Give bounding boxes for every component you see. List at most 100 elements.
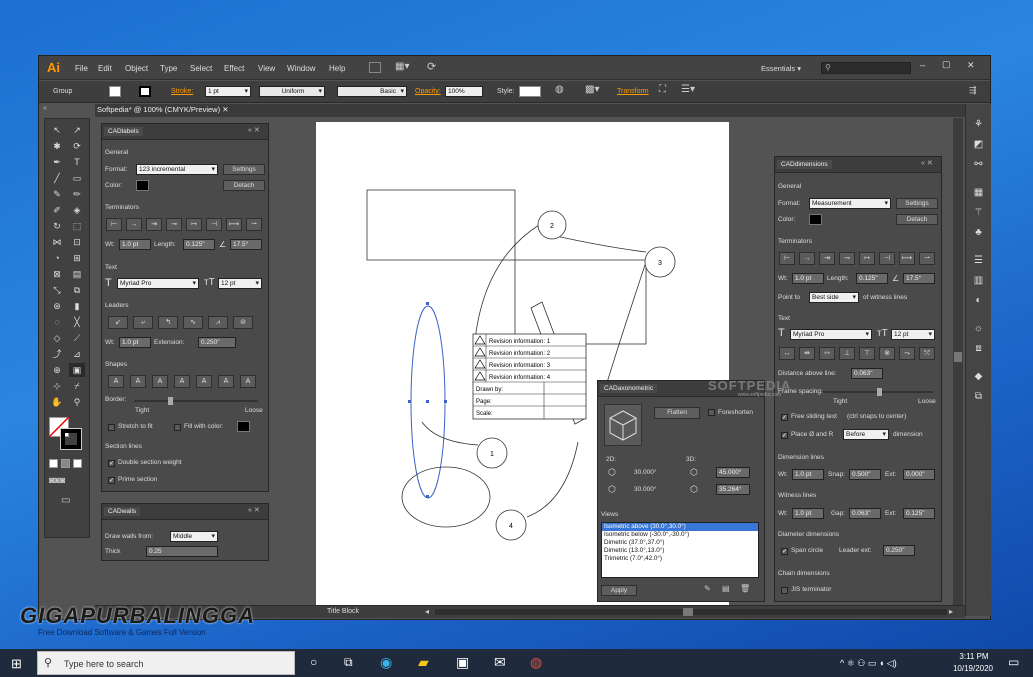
panel-collapse-icon[interactable]: « ✕ xyxy=(248,506,260,514)
leader-wt-field[interactable]: 1.0 pt xyxy=(119,337,151,348)
text-align-3-icon[interactable]: ⇿ xyxy=(819,347,835,360)
terminator-8-icon[interactable]: ⇀ xyxy=(246,218,262,231)
collapse-arrows-icon[interactable]: « xyxy=(43,105,47,112)
thickness-field[interactable]: 0.25 xyxy=(146,546,218,557)
width-tool-icon[interactable]: ⋈ xyxy=(49,235,65,249)
brushes-icon[interactable]: ⚯ xyxy=(971,158,986,172)
gradient-panel-icon[interactable]: ▥ xyxy=(971,274,986,288)
settings-button[interactable]: Settings xyxy=(896,198,938,209)
leader-zigzag-icon[interactable]: ⩘ xyxy=(208,316,228,329)
graphic-style-swatch[interactable] xyxy=(519,86,541,97)
file-explorer-icon[interactable]: ▰ xyxy=(418,654,429,671)
cad-tool-8-icon[interactable]: ▣ xyxy=(69,363,85,377)
free-transform-icon[interactable]: ⊡ xyxy=(69,235,85,249)
menu-help[interactable]: Help xyxy=(329,64,345,73)
length-field[interactable]: 0.125" xyxy=(183,239,215,250)
brush-definition[interactable]: Basic xyxy=(337,86,407,97)
layers-icon[interactable]: ◆ xyxy=(971,370,986,384)
variable-width-profile[interactable]: Uniform xyxy=(259,86,325,97)
isolate-icon[interactable]: ⛶ xyxy=(659,84,666,95)
maximize-button[interactable]: ▢ xyxy=(942,59,951,70)
new-view-icon[interactable]: ▤ xyxy=(722,584,730,593)
cad-tool-5-icon[interactable]: ⤴ xyxy=(49,347,65,361)
scrollbar-thumb[interactable] xyxy=(683,608,693,616)
terminator-8-icon[interactable]: ⇀ xyxy=(919,252,935,265)
wt-field[interactable]: 1.0 pt xyxy=(792,273,824,284)
text-align-6-icon[interactable]: ⊗ xyxy=(879,347,895,360)
views-list-item[interactable]: Dimetric (13.0°,13.0°) xyxy=(602,547,758,555)
double-weight-checkbox[interactable]: ✓ xyxy=(108,460,115,467)
border-slider[interactable] xyxy=(134,400,258,402)
gap-field[interactable]: 0.063" xyxy=(849,508,881,519)
recolor-icon[interactable]: ◍ xyxy=(555,84,564,95)
cad-tool-6-icon[interactable]: ⊿ xyxy=(69,347,85,361)
edit-view-icon[interactable]: ✎ xyxy=(704,584,711,593)
text-align-8-icon[interactable]: ⤲ xyxy=(919,347,935,360)
terminator-4-icon[interactable]: ⊸ xyxy=(166,218,182,231)
wl-ext-field[interactable]: 0.125" xyxy=(903,508,935,519)
control-bar-menu-icon[interactable]: ⇶ xyxy=(969,85,977,96)
lasso-icon[interactable]: ⟳ xyxy=(69,139,85,153)
clock-date[interactable]: 10/19/2020 xyxy=(949,664,997,673)
terminator-3-icon[interactable]: ⇥ xyxy=(146,218,162,231)
gradient-mode-icon[interactable] xyxy=(61,459,70,468)
menu-object[interactable]: Object xyxy=(125,64,148,73)
perspective-grid-icon[interactable]: ⊞ xyxy=(69,251,85,265)
taskbar-search-box[interactable]: ⚲ Type here to search xyxy=(37,651,295,675)
slice-tool-icon[interactable]: ⌿ xyxy=(69,379,85,393)
leader-none-icon[interactable]: ⊘ xyxy=(233,316,253,329)
shape-rounded-icon[interactable]: A xyxy=(152,375,168,388)
appearance-icon[interactable]: ♣ xyxy=(971,226,986,240)
scroll-left-icon[interactable]: ◂ xyxy=(425,607,429,616)
symbols-icon[interactable]: ▦ xyxy=(971,186,986,200)
cad-tool-7-icon[interactable]: ⊕ xyxy=(49,363,65,377)
terminator-6-icon[interactable]: ⊣ xyxy=(879,252,895,265)
terminator-4-icon[interactable]: ⊸ xyxy=(839,252,855,265)
notifications-icon[interactable]: ▭ xyxy=(1008,655,1019,669)
align-panel-icon[interactable]: ☼ xyxy=(971,322,986,336)
frame-spacing-thumb[interactable] xyxy=(877,388,882,396)
views-list-item[interactable]: Isometric below (-30.0°,-30.0°) xyxy=(602,531,758,539)
mail-icon[interactable]: ✉ xyxy=(494,654,506,671)
pencil-icon[interactable]: ✏ xyxy=(69,187,85,201)
vscroll-thumb[interactable] xyxy=(954,352,962,362)
menu-type[interactable]: Type xyxy=(160,64,177,73)
direct-selection-tool-icon[interactable]: ↗ xyxy=(69,123,85,137)
text-align-4-icon[interactable]: ⊥ xyxy=(839,347,855,360)
text-align-5-icon[interactable]: ⊤ xyxy=(859,347,875,360)
place-checkbox[interactable]: ✓ xyxy=(781,432,788,439)
terminator-1-icon[interactable]: ⊢ xyxy=(106,218,122,231)
text-align-2-icon[interactable]: ⇹ xyxy=(799,347,815,360)
menu-window[interactable]: Window xyxy=(287,64,315,73)
fill-swatch[interactable] xyxy=(109,86,121,97)
cad-tool-4-icon[interactable]: ⟋ xyxy=(69,331,85,345)
leader-curve-icon[interactable]: ⤶ xyxy=(133,316,153,329)
angle-field[interactable]: 17.5° xyxy=(230,239,262,250)
views-list-item[interactable]: Dimetric (37.0°,37.0°) xyxy=(602,539,758,547)
menu-file[interactable]: File xyxy=(75,64,88,73)
angle-3d-2[interactable]: 35.264° xyxy=(716,484,750,495)
detach-button[interactable]: Detach xyxy=(896,214,938,225)
selection-tool-icon[interactable]: ↖ xyxy=(49,123,65,137)
align-icon[interactable]: ▩▾ xyxy=(585,84,599,95)
cortana-icon[interactable]: ○ xyxy=(310,655,317,669)
color-swatch[interactable] xyxy=(136,180,149,191)
stroke-color-box[interactable] xyxy=(60,428,82,450)
shape-triangle-icon[interactable]: A xyxy=(196,375,212,388)
font-size-select[interactable]: 12 pt xyxy=(891,329,935,340)
gpu-performance-icon[interactable]: ⟳ xyxy=(427,60,436,73)
windows-start-icon[interactable]: ⊞ xyxy=(11,656,22,672)
minimize-button[interactable]: ‒ xyxy=(920,60,925,70)
color-guide-icon[interactable]: ⚘ xyxy=(971,118,986,132)
shape-none-icon[interactable]: A xyxy=(108,375,124,388)
text-align-7-icon[interactable]: ⤳ xyxy=(899,347,915,360)
menu-view[interactable]: View xyxy=(258,64,275,73)
leader-ext-field[interactable]: 0.250" xyxy=(883,545,915,556)
close-button[interactable]: ✕ xyxy=(967,60,975,71)
shape-diamond-icon[interactable]: A xyxy=(240,375,256,388)
magic-wand-icon[interactable]: ✱ xyxy=(49,139,65,153)
stroke-panel-icon[interactable]: ☰ xyxy=(971,254,986,268)
mesh-icon[interactable]: ⊠ xyxy=(49,267,65,281)
angle-3d-1[interactable]: 45.000° xyxy=(716,467,750,478)
ext-field[interactable]: 0.000" xyxy=(903,469,935,480)
